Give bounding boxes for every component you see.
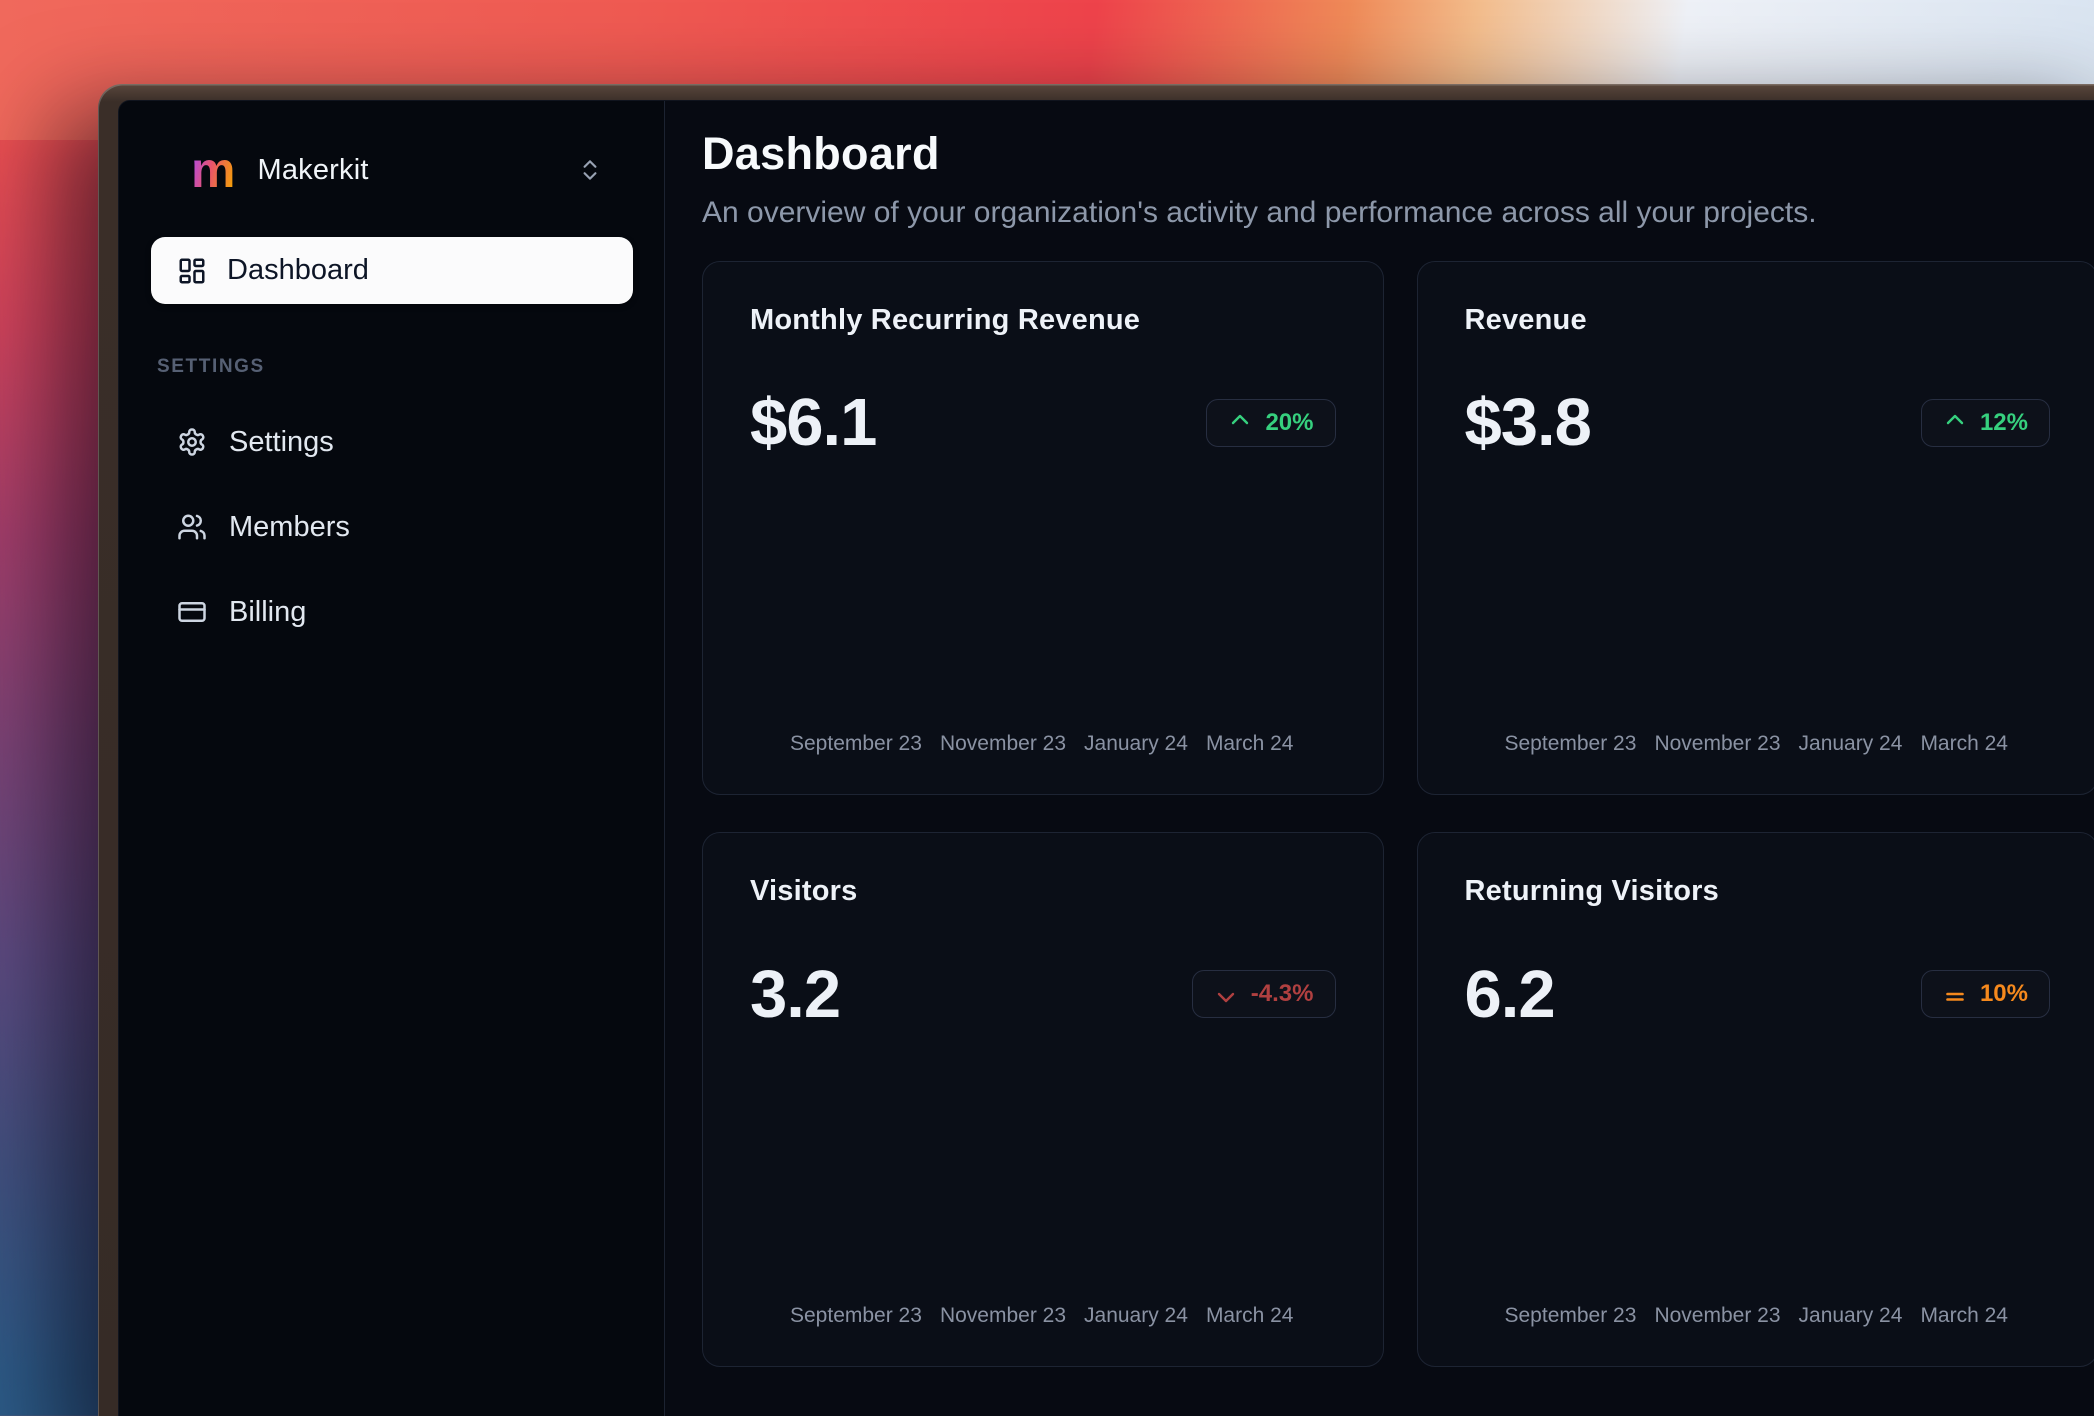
axis-tick-label: January 24 <box>1799 1304 1903 1328</box>
axis-tick-label: January 24 <box>1799 732 1903 756</box>
card-title: Monthly Recurring Revenue <box>750 304 1336 337</box>
desktop: { "sidebar": { "brand": { "name": "Maker… <box>0 0 2094 1416</box>
x-axis-labels: September 23 November 23 January 24 March 2… <box>750 732 1336 756</box>
trend-value: 12% <box>1980 409 2028 437</box>
line-chart <box>1465 1054 2051 1280</box>
axis-tick-label: March 24 <box>1206 732 1294 756</box>
page-subtitle: An overview of your organization's activ… <box>702 195 2094 231</box>
trend-badge: -4.3% <box>1192 970 1336 1018</box>
stat-value: 3.2 <box>750 961 840 1028</box>
axis-tick-label: September 23 <box>790 1304 922 1328</box>
workspace-name: Makerkit <box>257 154 368 187</box>
main-content: Dashboard An overview of your organizati… <box>665 101 2094 1416</box>
sidebar-item-billing[interactable]: Billing <box>151 588 633 636</box>
axis-tick-label: September 23 <box>1505 1304 1637 1328</box>
line-chart <box>750 482 1336 708</box>
sidebar-item-dashboard[interactable]: Dashboard <box>151 237 633 304</box>
dashboard-grid-icon <box>177 256 207 286</box>
users-icon <box>177 512 207 542</box>
trend-badge: 10% <box>1921 970 2050 1018</box>
stat-card: Visitors 3.2 -4.3% September 23 November … <box>702 832 1384 1366</box>
sidebar-item-settings[interactable]: Settings <box>151 418 633 466</box>
x-axis-labels: September 23 November 23 January 24 March 2… <box>1465 732 2051 756</box>
sidebar-settings-nav: Settings Members Billing <box>151 418 633 636</box>
sidebar-section-settings: SETTINGS <box>151 356 633 378</box>
trend-value: 10% <box>1980 980 2028 1008</box>
axis-tick-label: September 23 <box>790 732 922 756</box>
trend-value: -4.3% <box>1251 980 1314 1008</box>
axis-tick-label: September 23 <box>1505 732 1637 756</box>
axis-tick-label: November 23 <box>1654 732 1780 756</box>
trend-badge: 12% <box>1921 399 2050 447</box>
card-title: Returning Visitors <box>1465 875 2051 908</box>
x-axis-labels: September 23 November 23 January 24 March 2… <box>750 1304 1336 1328</box>
axis-tick-label: March 24 <box>1920 732 2008 756</box>
stat-row: 3.2 -4.3% <box>750 961 1336 1028</box>
axis-tick-label: January 24 <box>1084 732 1188 756</box>
gear-icon <box>177 427 207 457</box>
sidebar-item-label: Dashboard <box>227 254 369 287</box>
line-chart <box>750 1054 1336 1280</box>
chevrons-up-down-icon <box>577 157 603 183</box>
stat-card: Returning Visitors 6.2 10% September 23 N… <box>1417 832 2094 1366</box>
sidebar-item-members[interactable]: Members <box>151 503 633 551</box>
stat-value: $6.1 <box>750 389 876 456</box>
axis-tick-label: November 23 <box>940 732 1066 756</box>
card-title: Visitors <box>750 875 1336 908</box>
axis-tick-label: March 24 <box>1206 1304 1294 1328</box>
arrow-up-icon <box>1943 411 1967 435</box>
x-axis-labels: September 23 November 23 January 24 March 2… <box>1465 1304 2051 1328</box>
axis-tick-label: March 24 <box>1920 1304 2008 1328</box>
stat-row: $6.1 20% <box>750 389 1336 456</box>
bars-icon <box>1943 982 1967 1006</box>
trend-value: 20% <box>1265 409 1313 437</box>
workspace-switcher[interactable]: m Makerkit <box>151 145 633 195</box>
axis-tick-label: January 24 <box>1084 1304 1188 1328</box>
stat-row: $3.8 12% <box>1465 389 2051 456</box>
axis-tick-label: November 23 <box>1654 1304 1780 1328</box>
app-frame: m Makerkit Dashboard SETTINGS Settings M… <box>118 100 2094 1416</box>
stat-card: Revenue $3.8 12% September 23 November 23… <box>1417 261 2094 795</box>
arrow-down-icon <box>1214 982 1238 1006</box>
sidebar: m Makerkit Dashboard SETTINGS Settings M… <box>119 101 665 1416</box>
credit-card-icon <box>177 597 207 627</box>
makerkit-logo-icon: m <box>191 148 235 192</box>
trend-badge: 20% <box>1206 399 1335 447</box>
page-title: Dashboard <box>702 127 2094 181</box>
stat-value: $3.8 <box>1465 389 1591 456</box>
axis-tick-label: November 23 <box>940 1304 1066 1328</box>
arrow-up-icon <box>1228 411 1252 435</box>
card-title: Revenue <box>1465 304 2051 337</box>
stat-value: 6.2 <box>1465 961 1555 1028</box>
stat-row: 6.2 10% <box>1465 961 2051 1028</box>
line-chart <box>1465 482 2051 708</box>
stat-card: Monthly Recurring Revenue $6.1 20% Septe… <box>702 261 1384 795</box>
app-window: m Makerkit Dashboard SETTINGS Settings M… <box>98 84 2094 1416</box>
stats-grid: Monthly Recurring Revenue $6.1 20% Septe… <box>702 261 2094 1367</box>
